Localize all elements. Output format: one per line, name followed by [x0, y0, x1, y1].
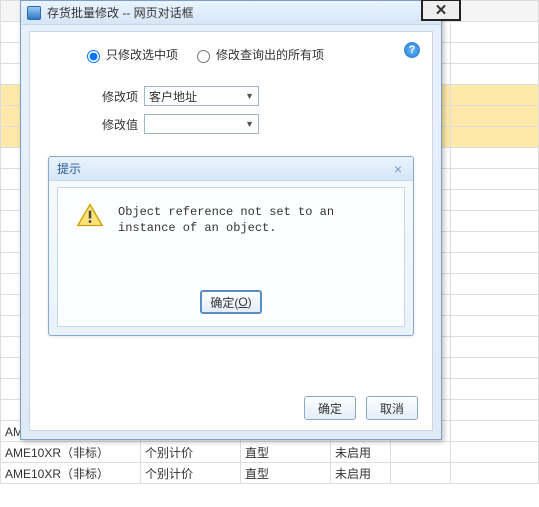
- value-label: 修改值: [90, 116, 138, 133]
- batch-edit-dialog: ✕ 存货批量修改 -- 网页对话框 ? 只修改选中项 修改查询出的所有项 修改项…: [20, 0, 442, 440]
- radio-selected-items[interactable]: 只修改选中项: [82, 46, 178, 63]
- chevron-down-icon: ▼: [245, 91, 254, 101]
- table-row: AME10XR（非标）个别计价直型未启用: [1, 442, 539, 463]
- prompt-ok-button[interactable]: 确定(O): [200, 290, 262, 314]
- close-icon: ✕: [435, 1, 448, 19]
- field-select[interactable]: 客户地址 ▼: [144, 86, 259, 106]
- prompt-title: 提示: [57, 160, 81, 177]
- field-label: 修改项: [90, 88, 138, 105]
- app-icon: [27, 6, 41, 20]
- table-row: AME10XR（非标）个别计价直型未启用: [1, 463, 539, 484]
- prompt-close-button[interactable]: ×: [391, 161, 405, 177]
- field-select-value: 客户地址: [149, 88, 197, 105]
- dialog-title: 存货批量修改 -- 网页对话框: [47, 4, 194, 21]
- radio-all-input[interactable]: [197, 50, 210, 63]
- help-icon[interactable]: ?: [404, 42, 420, 58]
- scope-radio-group: 只修改选中项 修改查询出的所有项: [82, 46, 324, 63]
- ok-button[interactable]: 确定: [304, 396, 356, 420]
- warning-icon: [76, 202, 104, 228]
- chevron-down-icon: ▼: [245, 119, 254, 129]
- cancel-button[interactable]: 取消: [366, 396, 418, 420]
- value-select[interactable]: ▼: [144, 114, 259, 134]
- error-prompt: 提示 × Object reference not set to an inst…: [48, 156, 414, 336]
- close-button[interactable]: ✕: [421, 0, 461, 21]
- prompt-message: Object reference not set to an instance …: [118, 204, 392, 236]
- radio-all-items[interactable]: 修改查询出的所有项: [192, 46, 324, 63]
- dialog-titlebar[interactable]: 存货批量修改 -- 网页对话框: [21, 1, 441, 25]
- radio-selected-input[interactable]: [87, 50, 100, 63]
